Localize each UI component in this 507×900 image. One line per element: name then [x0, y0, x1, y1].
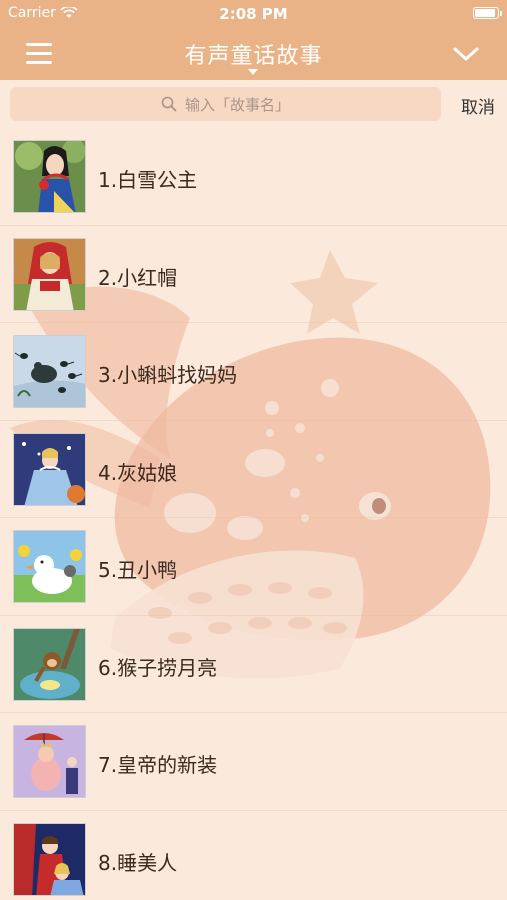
- page-title[interactable]: 有声童话故事: [0, 38, 507, 70]
- collapse-button[interactable]: [449, 40, 483, 68]
- search-input[interactable]: 输入「故事名」: [10, 87, 441, 121]
- list-item[interactable]: 3.小蝌蚪找妈妈: [0, 323, 507, 421]
- status-time: 2:08 PM: [219, 5, 288, 23]
- emperor-new-clothes-thumbnail: [13, 725, 86, 798]
- search-icon: [161, 96, 177, 112]
- list-item[interactable]: 6.猴子捞月亮: [0, 616, 507, 713]
- list-item[interactable]: 2.小红帽: [0, 226, 507, 323]
- title-dropdown-caret-icon: [248, 69, 258, 75]
- ugly-duckling-thumbnail: [13, 530, 86, 603]
- search-row: 输入「故事名」 取消: [0, 80, 507, 128]
- story-title: 6.猴子捞月亮: [98, 655, 218, 680]
- story-title: 8.睡美人: [98, 850, 178, 875]
- tadpoles-thumbnail: [13, 335, 86, 408]
- story-title: 3.小蝌蚪找妈妈: [98, 363, 238, 387]
- cinderella-thumbnail: [13, 432, 86, 506]
- story-title: 1.白雪公主: [98, 168, 198, 192]
- app-header: Carrier 2:08 PM 有声童话故事: [0, 0, 507, 80]
- list-item[interactable]: 5.丑小鸭: [0, 518, 507, 616]
- nav-bar: 有声童话故事: [0, 28, 507, 80]
- list-item[interactable]: 1.白雪公主: [0, 128, 507, 226]
- list-item[interactable]: 4.灰姑娘: [0, 421, 507, 518]
- status-bar: Carrier 2:08 PM: [0, 0, 507, 28]
- monkey-moon-thumbnail: [13, 627, 86, 701]
- story-list: 1.白雪公主 2.小红帽 3.小蝌蚪找妈妈 4.灰姑娘 5.丑小鸭 6.猴子捞月…: [0, 128, 507, 900]
- list-item[interactable]: 7.皇帝的新装: [0, 713, 507, 811]
- little-red-riding-hood-thumbnail: [13, 237, 86, 311]
- story-title: 5.丑小鸭: [98, 558, 178, 582]
- cancel-button[interactable]: 取消: [461, 93, 495, 118]
- story-title: 7.皇帝的新装: [98, 753, 218, 777]
- story-title: 4.灰姑娘: [98, 460, 178, 485]
- snow-white-thumbnail: [13, 140, 86, 213]
- story-title: 2.小红帽: [98, 265, 178, 290]
- battery-icon: [473, 7, 502, 19]
- search-placeholder: 输入「故事名」: [184, 95, 290, 114]
- list-item[interactable]: 8.睡美人: [0, 811, 507, 900]
- sleeping-beauty-thumbnail: [13, 822, 86, 896]
- chevron-down-icon: [453, 47, 479, 61]
